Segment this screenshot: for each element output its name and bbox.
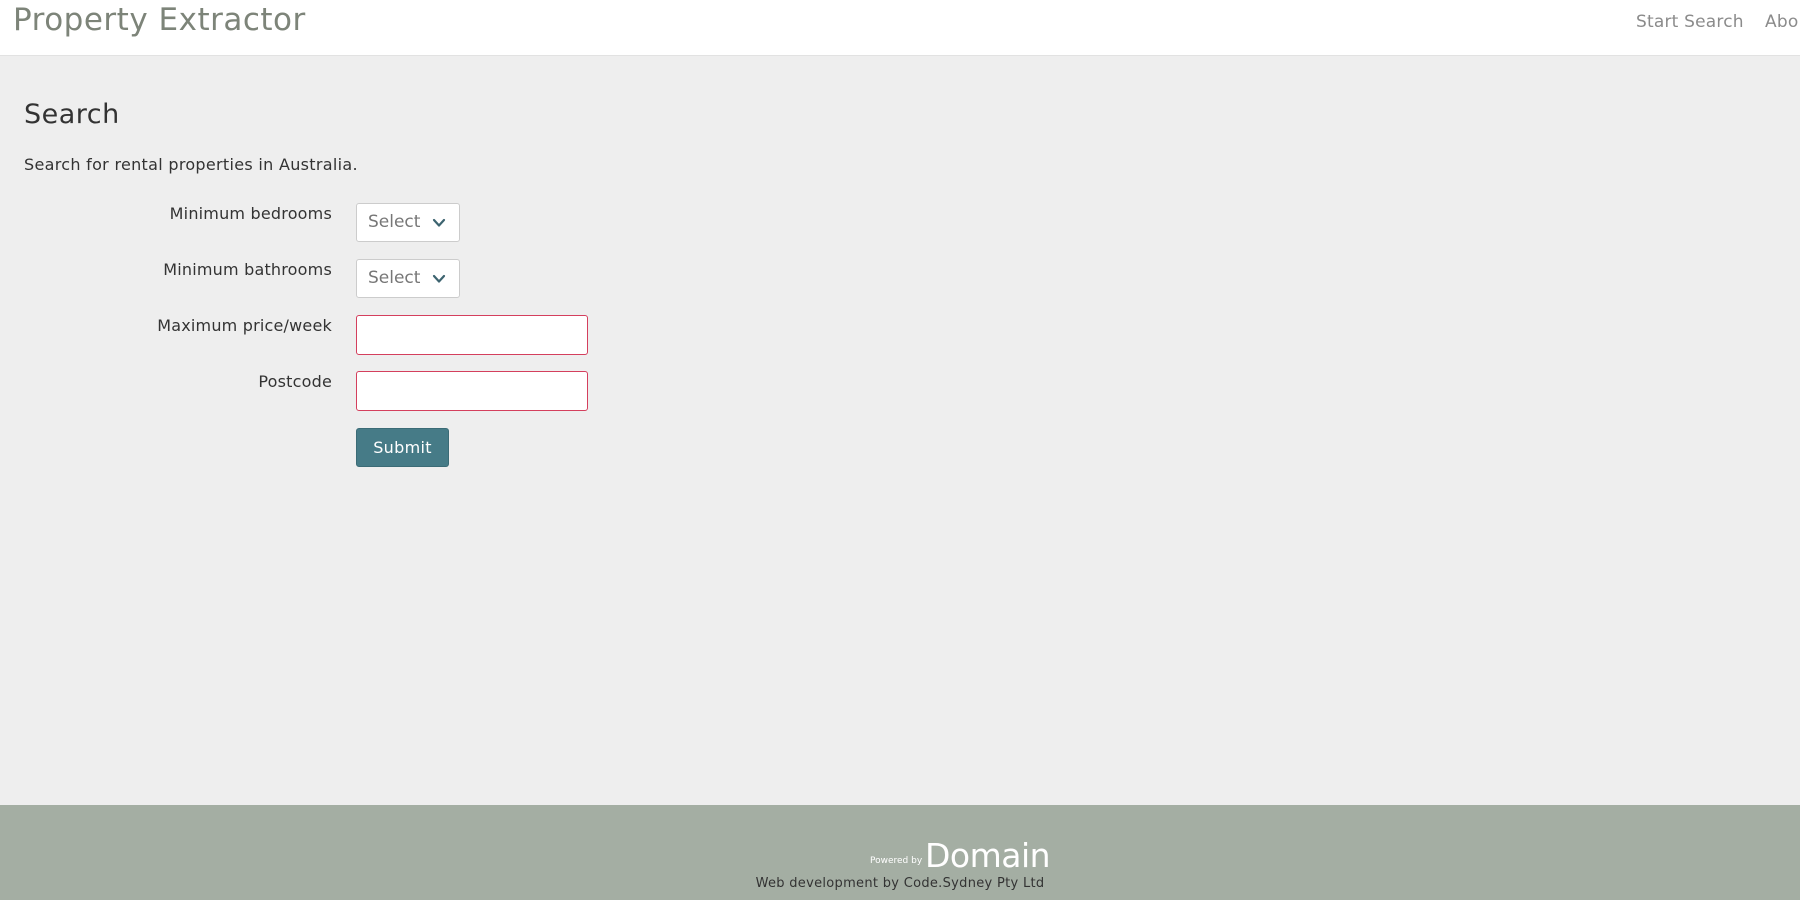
postcode-label: Postcode xyxy=(258,372,332,391)
nav-about-link[interactable]: Abo xyxy=(1765,12,1798,32)
domain-logo[interactable]: Domain xyxy=(925,836,1051,875)
footer: Powered by Domain Web development by Cod… xyxy=(0,805,1800,900)
submit-button[interactable]: Submit xyxy=(356,428,449,467)
max-price-label: Maximum price/week xyxy=(157,316,332,335)
min-bathrooms-select[interactable]: Select xyxy=(356,259,460,298)
chevron-down-icon xyxy=(432,274,446,283)
footer-credit: Web development by Code.Sydney Pty Ltd xyxy=(755,876,1045,891)
page-description: Search for rental properties in Australi… xyxy=(24,155,358,174)
top-navbar: Property Extractor Start Search Abo xyxy=(0,0,1800,56)
max-price-input[interactable] xyxy=(356,315,588,355)
chevron-down-icon xyxy=(432,218,446,227)
brand-title[interactable]: Property Extractor xyxy=(13,2,306,38)
min-bedrooms-selected-value: Select xyxy=(368,212,421,232)
page-title: Search xyxy=(24,99,120,130)
min-bedrooms-select[interactable]: Select xyxy=(356,203,460,242)
min-bathrooms-selected-value: Select xyxy=(368,268,421,288)
min-bathrooms-label: Minimum bathrooms xyxy=(163,260,332,279)
min-bedrooms-label: Minimum bedrooms xyxy=(169,204,332,223)
powered-by-text: Powered by xyxy=(870,856,923,866)
nav-start-search-link[interactable]: Start Search xyxy=(1636,12,1744,32)
postcode-input[interactable] xyxy=(356,371,588,411)
